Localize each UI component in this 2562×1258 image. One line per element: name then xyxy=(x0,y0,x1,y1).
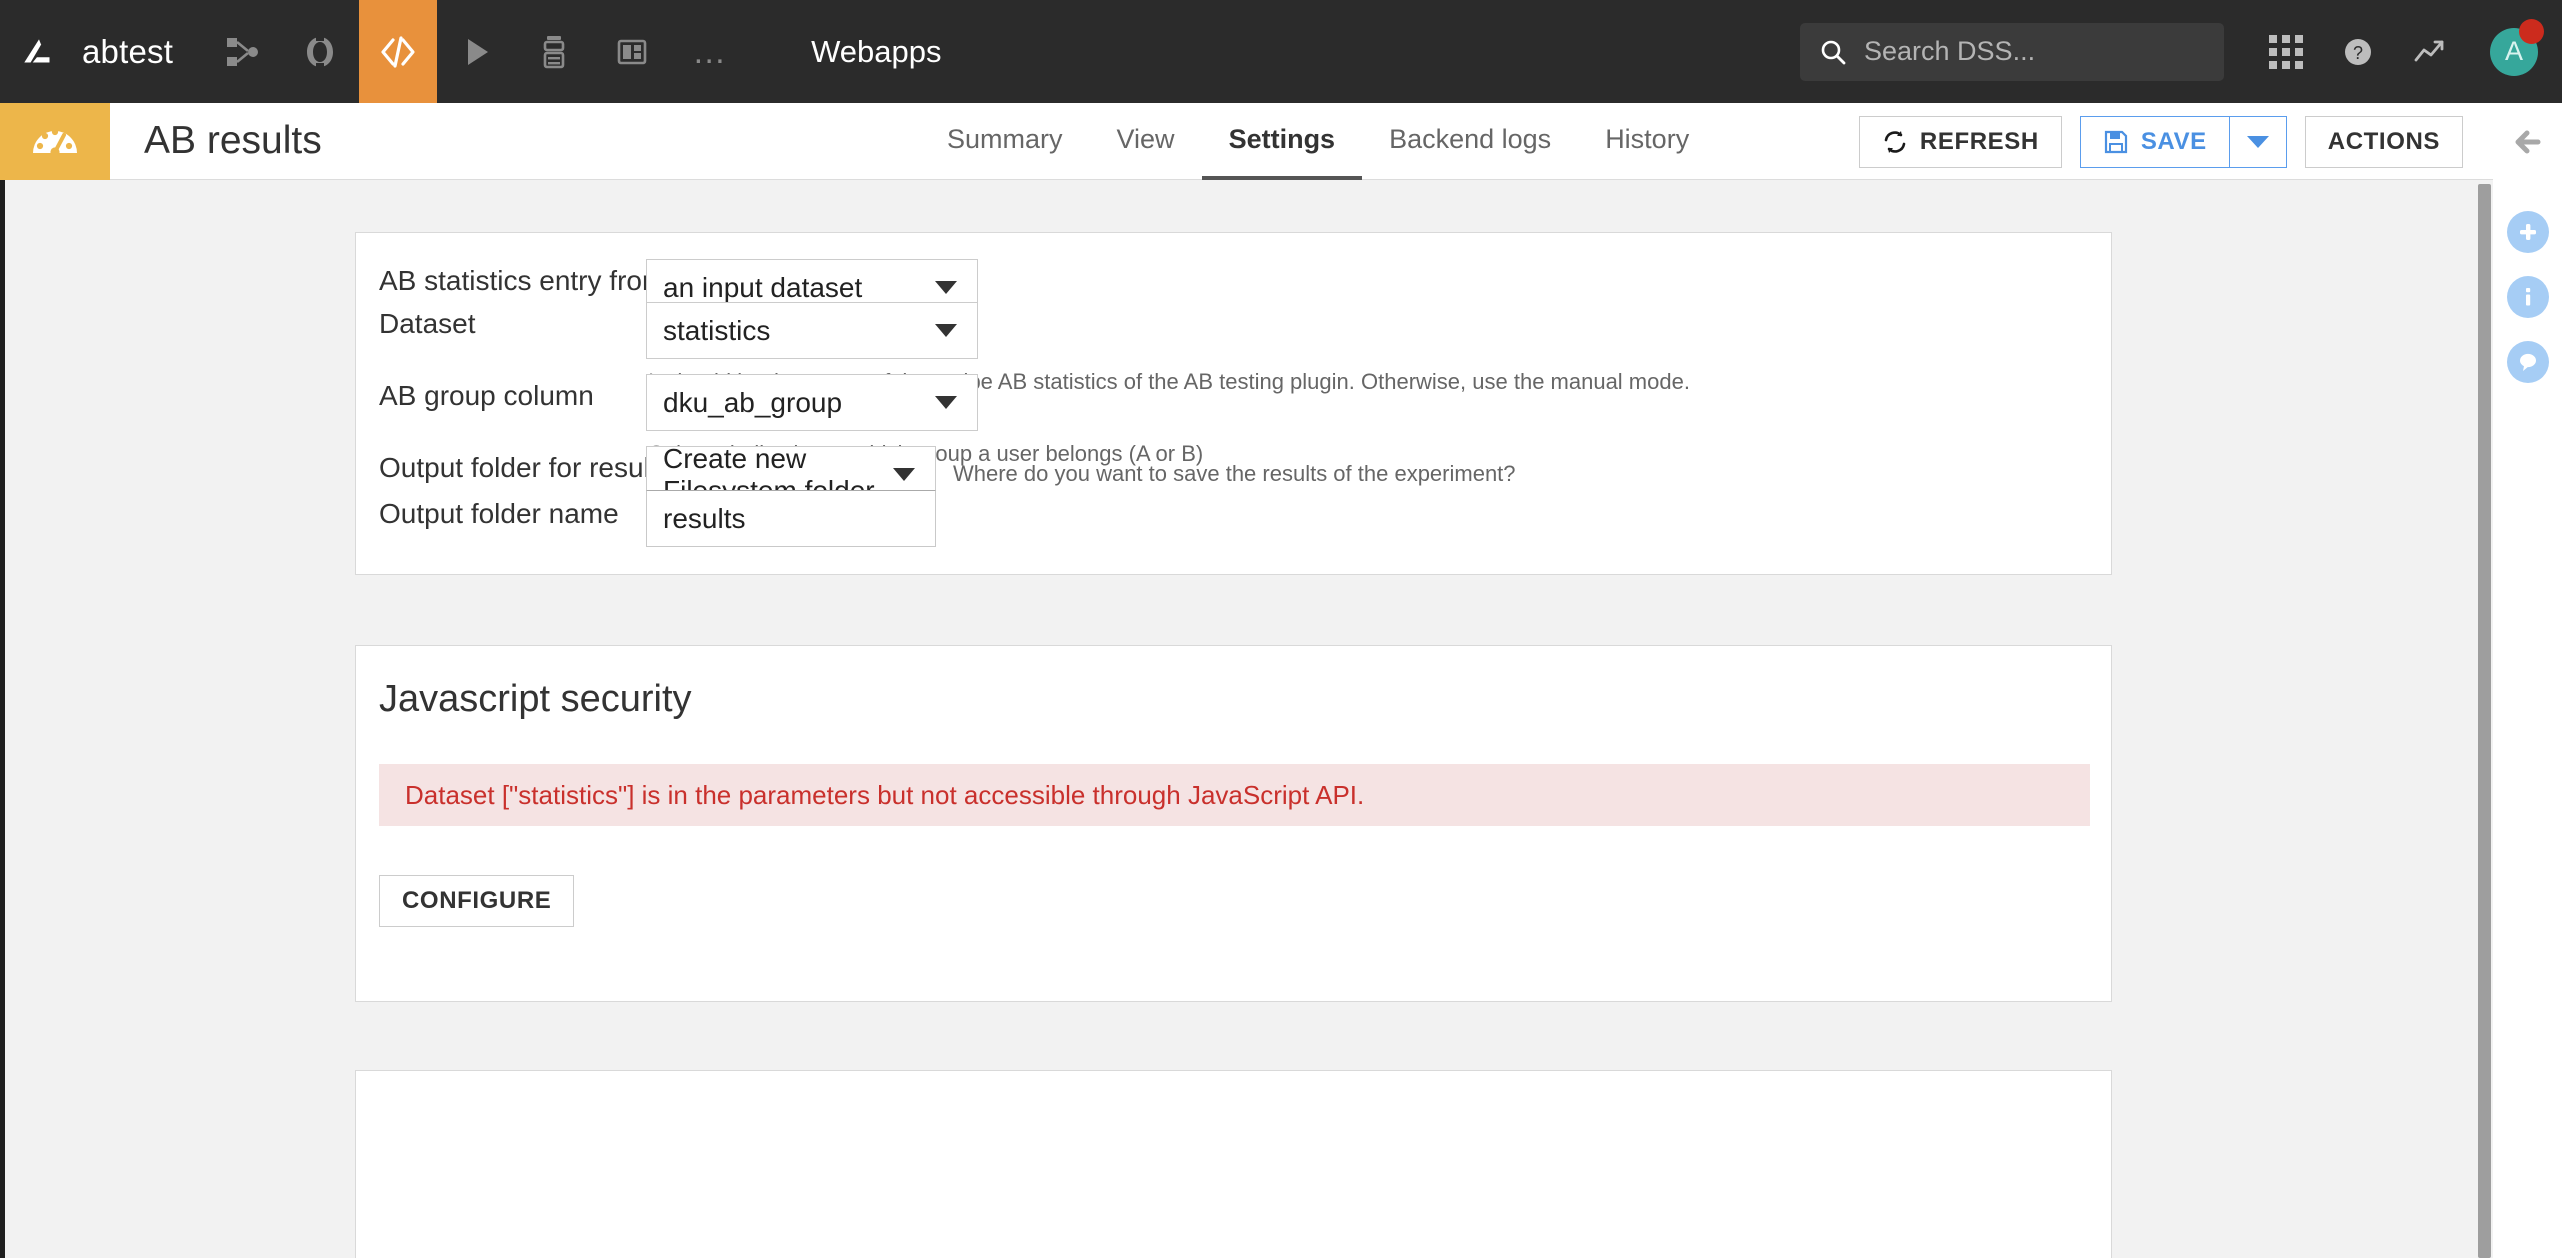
entry-from-label: AB statistics entry from : xyxy=(379,265,681,296)
save-dropdown-button[interactable] xyxy=(2228,115,2287,168)
output-folder-name-input[interactable] xyxy=(646,490,936,547)
save-button[interactable]: SAVE xyxy=(2079,115,2229,168)
javascript-security-alert-text: Dataset ["statistics"] is in the paramet… xyxy=(405,779,1365,810)
top-navigation-bar: abtest … Webapps Search DSS... ? A xyxy=(0,0,2562,103)
info-circle-badge xyxy=(2506,275,2549,318)
dashboards-icon[interactable] xyxy=(593,0,671,103)
additional-settings-card xyxy=(355,1070,2112,1258)
content-scrollbar[interactable] xyxy=(2476,184,2493,1258)
search-input[interactable] xyxy=(1864,36,2194,67)
save-button-group: SAVE xyxy=(2079,115,2287,168)
output-folder-label: Output folder for results xyxy=(379,452,672,483)
code-icon[interactable] xyxy=(359,0,438,103)
field-dataset: Dataset xyxy=(379,308,649,340)
more-dots-icon[interactable]: … xyxy=(671,0,749,103)
ab-group-column-label: AB group column xyxy=(379,380,594,411)
svg-text:?: ? xyxy=(2353,43,2363,63)
dataset-label: Dataset xyxy=(379,308,476,339)
chevron-down-icon xyxy=(935,324,957,337)
refresh-button[interactable]: REFRESH xyxy=(1858,115,2062,168)
chevron-down-icon xyxy=(935,396,957,409)
javascript-security-alert: Dataset ["statistics"] is in the paramet… xyxy=(379,764,2090,826)
dataset-value: statistics xyxy=(663,314,771,346)
header-action-buttons: REFRESH SAVE ACTIONS xyxy=(1858,103,2463,180)
chat-bubble-icon[interactable] xyxy=(2493,329,2562,394)
tab-history[interactable]: History xyxy=(1578,103,1716,180)
notebooks-icon[interactable] xyxy=(515,0,593,103)
tab-backend-logs[interactable]: Backend logs xyxy=(1362,103,1578,180)
arrow-left-icon[interactable] xyxy=(2493,103,2562,181)
left-edge-rail xyxy=(0,180,5,1258)
parameters-card: AB statistics entry from : an input data… xyxy=(355,232,2112,575)
page-tabs: Summary View Settings Backend logs Histo… xyxy=(920,103,1716,180)
settings-content-area: AB statistics entry from : an input data… xyxy=(0,180,2493,1258)
page-header: AB results Summary View Settings Backend… xyxy=(0,102,2493,180)
project-name[interactable]: abtest xyxy=(82,33,173,71)
webapp-settings-screen: abtest … Webapps Search DSS... ? A AB re… xyxy=(0,0,2562,1258)
actions-button[interactable]: ACTIONS xyxy=(2304,115,2463,168)
field-output-folder-name: Output folder name xyxy=(379,498,649,530)
save-floppy-icon xyxy=(2103,129,2129,155)
output-folder-name-label: Output folder name xyxy=(379,498,619,529)
apps-grid-icon[interactable] xyxy=(2250,0,2322,103)
search-icon xyxy=(1818,37,1848,67)
flow-icon[interactable] xyxy=(203,0,281,103)
section-label: Webapps xyxy=(811,33,942,69)
jobs-play-icon[interactable] xyxy=(437,0,515,103)
user-menu[interactable]: A xyxy=(2466,0,2562,103)
javascript-security-heading: Javascript security xyxy=(379,678,692,720)
page-title: AB results xyxy=(144,119,322,162)
help-circle-icon[interactable]: ? xyxy=(2322,0,2394,103)
plus-circle-badge xyxy=(2506,210,2549,253)
dashboard-gauge-icon xyxy=(0,102,110,180)
field-output-folder: Output folder for results xyxy=(379,452,672,484)
notification-badge xyxy=(2519,19,2544,44)
tab-view[interactable]: View xyxy=(1090,103,1202,180)
ab-group-column-select[interactable]: dku_ab_group xyxy=(646,374,978,431)
lab-icon[interactable] xyxy=(281,0,359,103)
chevron-down-icon xyxy=(935,281,957,294)
dataset-select[interactable]: statistics xyxy=(646,302,978,359)
save-button-label: SAVE xyxy=(2140,127,2207,155)
dataiku-logo-icon[interactable] xyxy=(0,0,78,103)
output-folder-help-text: Where do you want to save the results of… xyxy=(953,461,1516,486)
refresh-button-label: REFRESH xyxy=(1919,127,2039,155)
plus-circle-icon[interactable] xyxy=(2493,199,2562,264)
search-box[interactable] xyxy=(1800,22,2224,81)
right-sidebar xyxy=(2493,103,2562,1258)
configure-button[interactable]: CONFIGURE xyxy=(379,875,575,927)
refresh-icon xyxy=(1882,129,1908,155)
tab-summary[interactable]: Summary xyxy=(920,103,1090,180)
chevron-down-icon xyxy=(893,468,915,481)
field-ab-group-column: AB group column xyxy=(379,380,649,412)
ab-group-column-value: dku_ab_group xyxy=(663,386,843,418)
javascript-security-card: Javascript security Dataset ["statistics… xyxy=(355,645,2112,1002)
field-entry-from: AB statistics entry from : xyxy=(379,265,681,297)
chat-bubble-badge xyxy=(2506,340,2549,383)
tab-settings[interactable]: Settings xyxy=(1201,103,1363,180)
info-circle-icon[interactable] xyxy=(2493,264,2562,329)
scrollbar-thumb[interactable] xyxy=(2478,184,2491,1258)
top-nav-icon-group: … xyxy=(203,0,749,103)
chevron-down-icon xyxy=(2246,135,2269,148)
actions-button-label: ACTIONS xyxy=(2327,127,2440,155)
entry-from-value: an input dataset xyxy=(663,271,863,303)
top-bar-right-group: ? A xyxy=(1800,0,2562,103)
configure-button-label: CONFIGURE xyxy=(402,887,552,914)
trending-up-icon[interactable] xyxy=(2394,0,2466,103)
